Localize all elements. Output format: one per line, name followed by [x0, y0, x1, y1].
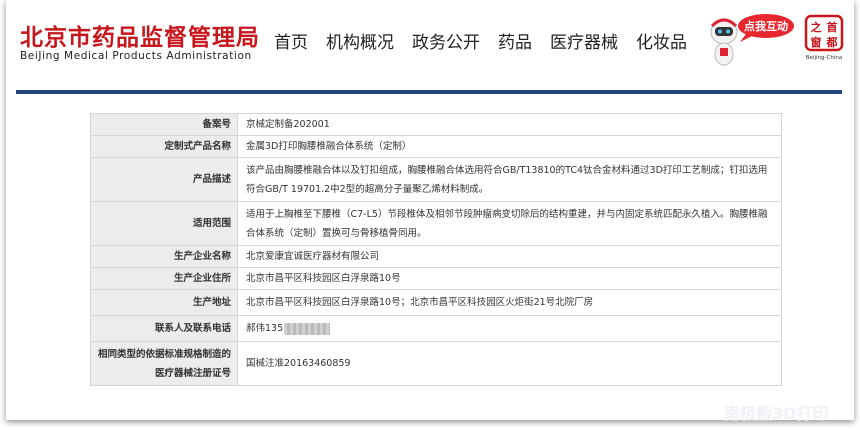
watermark: 南极熊3D打印: [724, 404, 829, 423]
site-header: 北京市药品监督管理局 BeiJing Medical Products Admi…: [6, 0, 854, 90]
table-row: 备案号 京械定制备202001: [90, 113, 782, 136]
site-logo-title[interactable]: 北京市药品监督管理局: [20, 18, 260, 52]
row-label: 生产企业住所: [90, 267, 238, 290]
row-label: 生产企业名称: [90, 245, 238, 268]
row-value-contact: 郝伟135: [237, 315, 782, 342]
row-label: 产品描述: [90, 157, 238, 202]
redacted-phone: [284, 322, 331, 335]
table-row: 生产地址 北京市昌平区科技园区白浮泉路10号；北京市昌平区科技园区火炬街21号北…: [90, 289, 782, 316]
table-row: 生产企业住所 北京市昌平区科技园区白浮泉路10号: [90, 267, 782, 290]
table-row: 相同类型的依据标准规格制造的医疗器械注册证号 国械注准20163460859: [90, 341, 782, 386]
nav-item-public-affairs[interactable]: 政务公开: [412, 28, 480, 53]
table-row: 定制式产品名称 金属3D打印胸腰椎融合体系统（定制）: [90, 135, 782, 158]
row-value: 北京市昌平区科技园区白浮泉路10号；北京市昌平区科技园区火炬街21号北院厂房: [237, 289, 782, 316]
row-value: 该产品由胸腰椎融合体以及钉扣组成，胸腰椎融合体选用符合GB/T13810的TC4…: [237, 157, 782, 202]
row-value: 京械定制备202001: [237, 113, 782, 136]
nav-item-cosmetics[interactable]: 化妆品: [636, 28, 687, 53]
row-label: 定制式产品名称: [90, 135, 238, 158]
table-row: 适用范围 适用于上胸椎至下腰椎（C7-L5）节段椎体及相邻节段肿瘤病变切除后的结…: [90, 201, 782, 246]
header-divider: [16, 90, 842, 94]
seal-char-1: 之: [811, 20, 822, 34]
mascot-interact-button[interactable]: 点我互动: [706, 12, 796, 68]
nav-item-medical-devices[interactable]: 医疗器械: [550, 28, 618, 53]
table-row: 生产企业名称 北京爱康宜诚医疗器材有限公司: [90, 245, 782, 268]
contact-text: 郝伟135: [246, 323, 284, 334]
row-value: 适用于上胸椎至下腰椎（C7-L5）节段椎体及相邻节段肿瘤病变切除后的结构重建，并…: [237, 201, 782, 246]
row-value: 国械注准20163460859: [237, 341, 782, 386]
nav-item-drugs[interactable]: 药品: [498, 28, 532, 53]
interact-badge-label: 点我互动: [744, 19, 788, 33]
row-label: 备案号: [90, 113, 238, 136]
table-row: 联系人及联系电话 郝伟135: [90, 315, 782, 342]
seal-char-3: 窗: [811, 35, 822, 49]
robot-icon: [710, 18, 738, 66]
capital-window-seal[interactable]: 之 首 窗 都 Beijing-China: [802, 14, 846, 62]
row-value: 北京市昌平区科技园区白浮泉路10号: [237, 267, 782, 290]
seal-char-4: 都: [826, 35, 838, 49]
row-value: 金属3D打印胸腰椎融合体系统（定制）: [237, 135, 782, 158]
row-label: 适用范围: [90, 201, 238, 246]
seal-char-2: 首: [827, 20, 838, 34]
site-logo-subtitle: BeiJing Medical Products Administration: [20, 50, 252, 62]
row-value: 北京爱康宜诚医疗器材有限公司: [237, 245, 782, 268]
row-label: 联系人及联系电话: [90, 315, 238, 342]
nav-item-about[interactable]: 机构概况: [326, 28, 394, 53]
main-nav: 首页 机构概况 政务公开 药品 医疗器械 化妆品: [274, 28, 705, 53]
page-frame: 北京市药品监督管理局 BeiJing Medical Products Admi…: [6, 0, 854, 420]
row-label: 生产地址: [90, 289, 238, 316]
seal-caption: Beijing-China: [806, 55, 842, 61]
nav-item-home[interactable]: 首页: [274, 28, 308, 53]
table-row: 产品描述 该产品由胸腰椎融合体以及钉扣组成，胸腰椎融合体选用符合GB/T1381…: [90, 157, 782, 202]
row-label: 相同类型的依据标准规格制造的医疗器械注册证号: [90, 341, 238, 386]
record-table: 备案号 京械定制备202001 定制式产品名称 金属3D打印胸腰椎融合体系统（定…: [90, 113, 782, 386]
